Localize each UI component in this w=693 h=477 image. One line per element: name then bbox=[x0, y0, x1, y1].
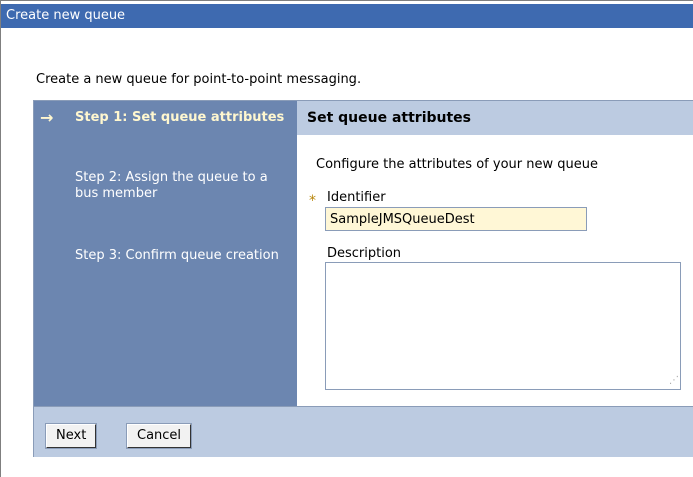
description-textarea[interactable] bbox=[325, 262, 681, 390]
current-step-arrow-icon: → bbox=[40, 108, 54, 127]
step-1-label: Step 1: Set queue attributes bbox=[75, 110, 285, 125]
wizard: → Step 1: Set queue attributes Step 2: A… bbox=[33, 100, 693, 457]
description-label: Description bbox=[327, 246, 402, 261]
panel-instructions: Configure the attributes of your new que… bbox=[316, 157, 598, 172]
identifier-input[interactable] bbox=[325, 207, 587, 231]
page-intro: Create a new queue for point-to-point me… bbox=[36, 72, 362, 87]
cancel-button[interactable]: Cancel bbox=[125, 423, 193, 449]
window-title: Create new queue bbox=[1, 4, 693, 28]
required-marker-icon: * bbox=[309, 193, 316, 209]
wizard-steps-panel: → Step 1: Set queue attributes Step 2: A… bbox=[34, 101, 297, 406]
identifier-label: Identifier bbox=[327, 190, 386, 205]
next-button[interactable]: Next bbox=[44, 423, 98, 449]
step-3-label: Step 3: Confirm queue creation bbox=[75, 248, 279, 263]
step-content: Set queue attributes Configure the attri… bbox=[297, 101, 693, 406]
panel-title: Set queue attributes bbox=[297, 101, 693, 135]
resize-grip-icon[interactable]: ⋰ bbox=[669, 376, 679, 386]
wizard-footer: Next Cancel bbox=[34, 406, 693, 457]
step-2-label: Step 2: Assign the queue to a bus member bbox=[75, 170, 268, 201]
